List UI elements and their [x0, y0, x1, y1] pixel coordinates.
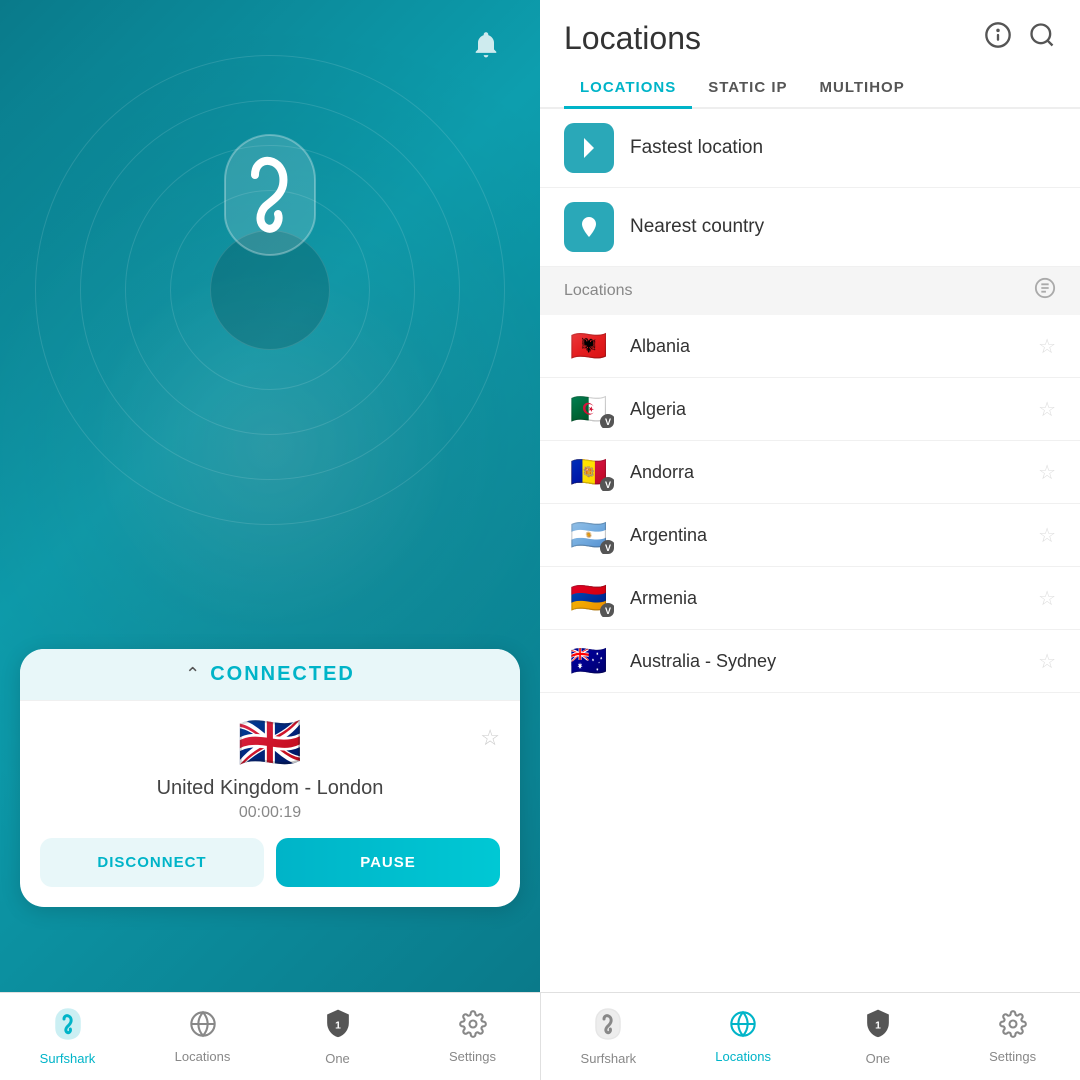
svg-text:1: 1 [875, 1020, 881, 1031]
armenia-star-icon[interactable]: ☆ [1038, 586, 1056, 611]
country-item-algeria[interactable]: 🇩🇿 V Algeria ☆ [540, 378, 1080, 441]
nav-right-settings[interactable]: Settings [945, 993, 1080, 1080]
card-body: 🇬🇧 ☆ United Kingdom - London 00:00:19 DI… [20, 701, 520, 887]
surfshark-nav-icon [54, 1008, 82, 1047]
argentina-name: Argentina [630, 525, 1038, 546]
algeria-name: Algeria [630, 399, 1038, 420]
argentina-flag: 🇦🇷 V [564, 516, 614, 554]
argentina-v-badge: V [600, 540, 614, 554]
andorra-star-icon[interactable]: ☆ [1038, 460, 1056, 485]
flag-area: 🇬🇧 ☆ [40, 717, 500, 769]
tab-bar: LOCATIONS STATIC IP MULTIHOP [540, 67, 1080, 109]
nav-right-settings-label: Settings [989, 1049, 1036, 1064]
globe-nav-icon-left [189, 1010, 217, 1045]
shield-nav-icon-right: 1 [864, 1008, 892, 1047]
nav-right-locations-label: Locations [715, 1049, 771, 1064]
nearest-label: Nearest country [630, 216, 764, 238]
country-item-andorra[interactable]: 🇦🇩 V Andorra ☆ [540, 441, 1080, 504]
svg-text:1: 1 [335, 1020, 341, 1031]
location-name: United Kingdom - London [157, 777, 384, 800]
nav-left-one[interactable]: 1 One [270, 993, 405, 1080]
bottom-navigation: Surfshark Locations 1 On [0, 992, 1080, 1080]
fastest-icon [564, 123, 614, 173]
right-panel: Locations LOCATIONS [540, 0, 1080, 992]
connected-card: ⌃ CONNECTED 🇬🇧 ☆ United Kingdom - London… [20, 649, 520, 907]
country-item-argentina[interactable]: 🇦🇷 V Argentina ☆ [540, 504, 1080, 567]
algeria-v-badge: V [600, 414, 614, 428]
nav-right-surfshark[interactable]: Surfshark [541, 993, 676, 1080]
ripple-5 [35, 55, 505, 525]
surfshark-nav-icon-right [594, 1008, 622, 1047]
header-icons [984, 21, 1056, 56]
australia-star-icon[interactable]: ☆ [1038, 649, 1056, 674]
section-title: Locations [564, 282, 633, 300]
tab-locations[interactable]: LOCATIONS [564, 67, 692, 109]
section-header: Locations [540, 267, 1080, 315]
nav-right-one[interactable]: 1 One [811, 993, 946, 1080]
favorite-star-icon[interactable]: ☆ [480, 725, 500, 751]
connection-timer: 00:00:19 [239, 804, 301, 822]
disconnect-button[interactable]: DISCONNECT [40, 838, 264, 887]
nav-left-surfshark[interactable]: Surfshark [0, 993, 135, 1080]
algeria-star-icon[interactable]: ☆ [1038, 397, 1056, 422]
nav-right-locations[interactable]: Locations [676, 993, 811, 1080]
chevron-up-icon: ⌃ [185, 664, 200, 685]
connected-header[interactable]: ⌃ CONNECTED [20, 649, 520, 701]
nearest-icon [564, 202, 614, 252]
albania-star-icon[interactable]: ☆ [1038, 334, 1056, 359]
andorra-name: Andorra [630, 462, 1038, 483]
nearest-country-item[interactable]: Nearest country [540, 188, 1080, 267]
armenia-flag: 🇦🇲 V [564, 579, 614, 617]
left-nav: Surfshark Locations 1 On [0, 993, 540, 1080]
connected-status: CONNECTED [210, 663, 355, 686]
info-icon[interactable] [984, 21, 1012, 56]
albania-flag: 🇦🇱 [564, 327, 614, 365]
panel-title: Locations [564, 20, 701, 57]
ripple-bg [30, 50, 510, 530]
nav-right-surfshark-label: Surfshark [581, 1051, 637, 1066]
surfshark-logo [215, 130, 325, 260]
settings-nav-icon-left [459, 1010, 487, 1045]
right-header: Locations [540, 0, 1080, 57]
country-item-australia[interactable]: 🇦🇺 Australia - Sydney ☆ [540, 630, 1080, 693]
argentina-star-icon[interactable]: ☆ [1038, 523, 1056, 548]
albania-name: Albania [630, 336, 1038, 357]
fastest-location-item[interactable]: Fastest location [540, 109, 1080, 188]
search-icon[interactable] [1028, 21, 1056, 56]
right-nav: Surfshark Locations 1 One [540, 993, 1080, 1080]
locations-list: Fastest location Nearest country Locatio… [540, 109, 1080, 992]
nav-left-surfshark-label: Surfshark [40, 1051, 96, 1066]
tab-multihop[interactable]: MULTIHOP [804, 67, 921, 109]
section-sort-icon[interactable] [1034, 277, 1056, 305]
nav-left-settings[interactable]: Settings [405, 993, 540, 1080]
notification-icon[interactable] [472, 30, 500, 69]
nav-left-one-label: One [325, 1051, 350, 1066]
armenia-name: Armenia [630, 588, 1038, 609]
fastest-label: Fastest location [630, 137, 763, 159]
nav-left-settings-label: Settings [449, 1049, 496, 1064]
nav-left-locations[interactable]: Locations [135, 993, 270, 1080]
algeria-flag: 🇩🇿 V [564, 390, 614, 428]
nav-right-one-label: One [866, 1051, 891, 1066]
shield-nav-icon-left: 1 [324, 1008, 352, 1047]
country-item-albania[interactable]: 🇦🇱 Albania ☆ [540, 315, 1080, 378]
globe-nav-icon-right [729, 1010, 757, 1045]
armenia-v-badge: V [600, 603, 614, 617]
andorra-flag: 🇦🇩 V [564, 453, 614, 491]
nav-left-locations-label: Locations [175, 1049, 231, 1064]
left-panel: ⌃ CONNECTED 🇬🇧 ☆ United Kingdom - London… [0, 0, 540, 992]
settings-nav-icon-right [999, 1010, 1027, 1045]
tab-static-ip[interactable]: STATIC IP [692, 67, 803, 109]
andorra-v-badge: V [600, 477, 614, 491]
country-item-armenia[interactable]: 🇦🇲 V Armenia ☆ [540, 567, 1080, 630]
australia-flag: 🇦🇺 [564, 642, 614, 680]
australia-name: Australia - Sydney [630, 651, 1038, 672]
country-flag: 🇬🇧 [238, 717, 303, 769]
card-buttons: DISCONNECT PAUSE [40, 838, 500, 887]
pause-button[interactable]: PAUSE [276, 838, 500, 887]
